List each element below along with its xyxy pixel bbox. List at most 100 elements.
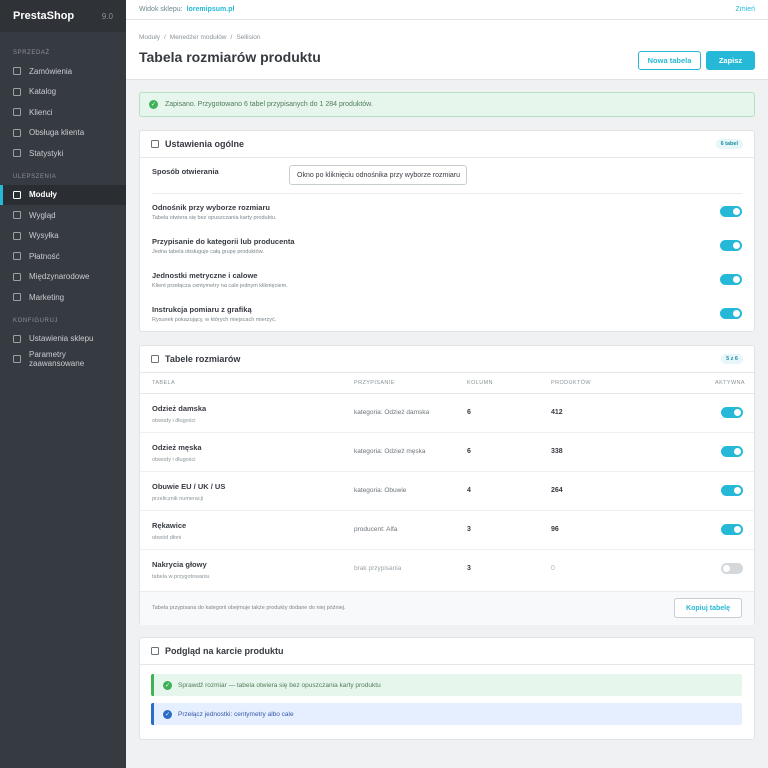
new-table-button[interactable]: Nowa tabela bbox=[638, 51, 701, 70]
checkbox-icon[interactable] bbox=[151, 140, 159, 148]
column-header[interactable]: PRZYPISANIE bbox=[354, 380, 395, 386]
column-header[interactable]: PRODUKTÓW bbox=[551, 380, 591, 386]
card-header: Podgląd na karcie produktu bbox=[140, 638, 754, 665]
checkbox-icon bbox=[13, 293, 21, 302]
sidebar-item-shop-settings[interactable]: Ustawienia sklepu bbox=[0, 329, 126, 350]
sidebar-item-international[interactable]: Międzynarodowe bbox=[0, 267, 126, 288]
change-shop-link[interactable]: Zmień bbox=[736, 6, 755, 13]
row-assignment: kategoria: Odzież damska bbox=[354, 409, 430, 416]
nav-section-title: KONFIGURUJ bbox=[13, 317, 58, 324]
checkbox-icon bbox=[13, 190, 21, 199]
card-footer: Tabela przypisana do kategorii obejmuje … bbox=[140, 591, 754, 625]
sidebar-item-label: Statystyki bbox=[29, 148, 64, 158]
sidebar-item-label: Klienci bbox=[29, 107, 53, 117]
checkbox-icon[interactable] bbox=[151, 647, 159, 655]
option-row: Jednostki metryczne i calowe Klient prze… bbox=[152, 271, 742, 299]
copy-table-button[interactable]: Kopiuj tabelę bbox=[674, 598, 742, 618]
shop-domain-link[interactable]: loremipsum.pl bbox=[187, 6, 235, 13]
version-label: 9.0 bbox=[101, 11, 113, 21]
preview-card: Podgląd na karcie produktu ✓ Sprawdź roz… bbox=[139, 637, 755, 740]
option-desc: Rysunek pokazujący, w których miejscach … bbox=[152, 317, 277, 323]
checkbox-icon bbox=[13, 272, 21, 281]
sidebar-item-modules[interactable]: Moduły bbox=[0, 184, 126, 205]
card-title: Tabele rozmiarów bbox=[165, 354, 241, 364]
alert-text: Zapisano. Przygotowano 6 tabel przypisan… bbox=[165, 101, 373, 108]
option-toggle[interactable] bbox=[720, 308, 742, 319]
preview-size-link[interactable]: ✓ Sprawdź rozmiar — tabela otwiera się b… bbox=[151, 674, 742, 696]
option-row: Instrukcja pomiaru z grafiką Rysunek pok… bbox=[152, 305, 742, 333]
card-title: Ustawienia ogólne bbox=[165, 139, 245, 149]
table-row[interactable]: Odzież męska obwody i długości kategoria… bbox=[140, 433, 754, 472]
row-columns: 3 bbox=[467, 565, 471, 572]
option-row: Odnośnik przy wyborze rozmiaru Tabela ot… bbox=[152, 203, 742, 231]
sidebar-item-stats[interactable]: Statystyki bbox=[0, 143, 126, 164]
shop-view-label: Widok sklepu: bbox=[139, 6, 183, 13]
card-header: Ustawienia ogólne 6 tabel bbox=[140, 131, 754, 158]
option-toggle[interactable] bbox=[720, 206, 742, 217]
row-sub: obwód dłoni bbox=[152, 535, 182, 541]
nav-section-title: ULEPSZENIA bbox=[13, 173, 57, 180]
sidebar-item-marketing[interactable]: Marketing bbox=[0, 287, 126, 308]
breadcrumb-item[interactable]: Menedżer modułów bbox=[170, 34, 227, 41]
sidebar-item-customer-service[interactable]: Obsługa klienta bbox=[0, 123, 126, 144]
active-toggle[interactable] bbox=[721, 524, 743, 535]
table-row[interactable]: Nakrycia głowy tabela w przygotowaniu br… bbox=[140, 550, 754, 589]
sidebar-item-orders[interactable]: Zamówienia bbox=[0, 61, 126, 82]
row-sub: przelicznik numeracji bbox=[152, 496, 204, 502]
sidebar-item-customers[interactable]: Klienci bbox=[0, 102, 126, 123]
sidebar-item-catalog[interactable]: Katalog bbox=[0, 82, 126, 103]
active-toggle[interactable] bbox=[721, 446, 743, 457]
active-toggle[interactable] bbox=[721, 485, 743, 496]
checkbox-icon bbox=[13, 67, 21, 76]
checkbox-icon bbox=[13, 149, 21, 158]
sidebar: PrestaShop 9.0 SPRZEDAŻ Zamówienia Katal… bbox=[0, 0, 126, 768]
row-columns: 3 bbox=[467, 526, 471, 533]
option-desc: Tabela otwiera się bez opuszczania karty… bbox=[152, 215, 277, 221]
row-sub: obwody i długości bbox=[152, 457, 196, 463]
column-header[interactable]: KOLUMN bbox=[467, 380, 493, 386]
table-row[interactable]: Odzież damska obwody i długości kategori… bbox=[140, 394, 754, 433]
sidebar-item-label: Międzynarodowe bbox=[29, 272, 90, 282]
checkbox-icon[interactable] bbox=[151, 355, 159, 363]
column-header[interactable]: TABELA bbox=[152, 380, 175, 386]
row-products: 412 bbox=[551, 409, 563, 416]
checkbox-icon bbox=[13, 231, 21, 240]
page-title: Tabela rozmiarów produktu bbox=[139, 49, 321, 65]
row-name: Odzież damska bbox=[152, 404, 207, 413]
sidebar-item-shipping[interactable]: Wysyłka bbox=[0, 226, 126, 247]
active-toggle[interactable] bbox=[721, 563, 743, 574]
row-products: 338 bbox=[551, 448, 563, 455]
success-alert: ✓ Zapisano. Przygotowano 6 tabel przypis… bbox=[139, 92, 755, 117]
preview-units-switch[interactable]: ✓ Przełącz jednostki: centymetry albo ca… bbox=[151, 703, 742, 725]
count-badge: 6 tabel bbox=[715, 139, 743, 149]
table-row[interactable]: Obuwie EU / UK / US przelicznik numeracj… bbox=[140, 472, 754, 511]
sidebar-item-advanced[interactable]: Parametry zaawansowane bbox=[0, 349, 126, 370]
row-assignment: producent: Alfa bbox=[354, 526, 398, 533]
sidebar-item-label: Moduły bbox=[29, 190, 57, 200]
opening-select[interactable]: Okno po kliknięciu odnośnika przy wyborz… bbox=[289, 165, 467, 185]
sidebar-item-design[interactable]: Wygląd bbox=[0, 205, 126, 226]
brand-logo[interactable]: PrestaShop bbox=[13, 10, 74, 22]
sidebar-item-label: Płatność bbox=[29, 251, 60, 261]
breadcrumb-item[interactable]: Moduły bbox=[139, 34, 160, 41]
save-button[interactable]: Zapisz bbox=[706, 51, 755, 70]
row-assignment: brak przypisania bbox=[354, 565, 402, 572]
row-columns: 6 bbox=[467, 409, 471, 416]
row-assignment: kategoria: Obuwie bbox=[354, 487, 407, 494]
sidebar-item-payment[interactable]: Płatność bbox=[0, 246, 126, 267]
footer-note: Tabela przypisana do kategorii obejmuje … bbox=[152, 605, 346, 611]
breadcrumb-item: Sellision bbox=[236, 34, 261, 41]
row-name: Obuwie EU / UK / US bbox=[152, 482, 226, 491]
row-columns: 6 bbox=[467, 448, 471, 455]
column-header[interactable]: AKTYWNA bbox=[715, 380, 745, 386]
option-title: Instrukcja pomiaru z grafiką bbox=[152, 305, 252, 314]
option-toggle[interactable] bbox=[720, 274, 742, 285]
check-icon: ✓ bbox=[149, 100, 158, 109]
card-header: Tabele rozmiarów 5 z 6 bbox=[140, 346, 754, 373]
active-toggle[interactable] bbox=[721, 407, 743, 418]
row-name: Nakrycia głowy bbox=[152, 560, 207, 569]
checkbox-icon bbox=[13, 334, 21, 343]
checkbox-icon bbox=[13, 211, 21, 220]
table-row[interactable]: Rękawice obwód dłoni producent: Alfa 3 9… bbox=[140, 511, 754, 550]
option-toggle[interactable] bbox=[720, 240, 742, 251]
